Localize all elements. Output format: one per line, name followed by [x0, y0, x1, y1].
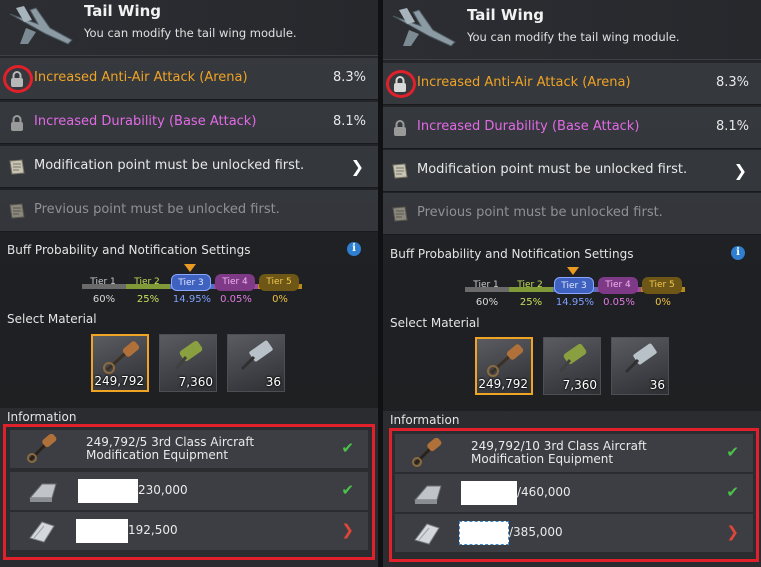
plane-tail-icon — [392, 8, 456, 47]
tier-1-pct: 60% — [475, 297, 499, 308]
option-anti-air[interactable]: Increased Anti-Air Attack (Arena) 8.3% — [383, 63, 761, 105]
option-modification-point[interactable]: Modification point must be unlocked firs… — [383, 150, 761, 192]
green-canister-icon — [174, 340, 203, 370]
option-label: Modification point must be unlocked firs… — [417, 162, 688, 177]
silver-tool-icon — [624, 343, 657, 374]
option-value: 8.3% — [715, 75, 749, 90]
module-subtitle: You can modify the tail wing module. — [467, 30, 680, 44]
tier-selector[interactable]: Tier 1 Tier 2 Tier 3 Tier 4 Tier 5 60% 2… — [465, 267, 690, 311]
option-label: Previous point must be unlocked first. — [417, 205, 663, 220]
information-heading: Information — [7, 410, 77, 424]
modification-equipment-icon — [487, 344, 524, 377]
tail-wing-panel-left: Tail Wing You can modify the tail wing m… — [0, 0, 378, 567]
tier-1[interactable]: Tier 1 — [83, 274, 123, 291]
buff-heading: Buff Probability and Notification Settin… — [390, 247, 634, 261]
highlight-frame — [389, 428, 759, 562]
option-label: Increased Durability (Base Attack) — [417, 119, 640, 134]
option-previous-point: Previous point must be unlocked first. — [383, 193, 761, 235]
material-silver-tile[interactable]: 36 — [611, 337, 669, 395]
option-modification-point[interactable]: Modification point must be unlocked firs… — [0, 146, 378, 188]
lock-icon — [11, 115, 23, 131]
tier-1-pct: 60% — [92, 294, 116, 305]
material-count: 7,360 — [178, 375, 213, 389]
green-canister-icon — [558, 343, 587, 373]
plane-tail-icon — [9, 6, 73, 45]
module-header: Tail Wing You can modify the tail wing m… — [383, 0, 761, 60]
option-durability[interactable]: Increased Durability (Base Attack) 8.1% — [383, 107, 761, 149]
scroll-icon — [9, 159, 25, 175]
tier-2-pct: 25% — [136, 294, 160, 305]
tier-1[interactable]: Tier 1 — [466, 277, 506, 294]
modification-equipment-icon — [103, 341, 140, 374]
material-silver-tile[interactable]: 36 — [227, 334, 285, 392]
module-subtitle: You can modify the tail wing module. — [84, 26, 297, 40]
option-previous-point: Previous point must be unlocked first. — [0, 190, 378, 232]
tier-5[interactable]: Tier 5 — [642, 277, 682, 294]
material-count: 36 — [265, 375, 281, 389]
option-label: Modification point must be unlocked firs… — [34, 158, 305, 173]
highlight-circle — [3, 65, 33, 93]
silver-tool-icon — [240, 340, 273, 371]
information-heading: Information — [390, 413, 460, 427]
tier-2-pct: 25% — [519, 297, 543, 308]
option-label: Increased Durability (Base Attack) — [34, 114, 257, 129]
tier-3[interactable]: Tier 3 — [554, 277, 594, 294]
highlight-frame — [3, 424, 375, 560]
tier-4-pct: 0.05% — [603, 297, 635, 308]
tier-3-pct: 14.95% — [555, 297, 595, 308]
material-count: 249,792 — [94, 374, 144, 388]
scroll-icon — [9, 203, 25, 219]
material-count: 7,360 — [562, 378, 597, 392]
tier-3[interactable]: Tier 3 — [171, 274, 211, 291]
tier-4-pct: 0.05% — [220, 294, 252, 305]
option-value: 8.1% — [715, 119, 749, 134]
material-equipment-tile[interactable]: 249,792 — [91, 334, 149, 392]
material-green-tile[interactable]: 7,360 — [543, 337, 601, 395]
chevron-right-icon[interactable]: ❯ — [351, 157, 364, 176]
option-label: Previous point must be unlocked first. — [34, 202, 280, 217]
scroll-icon — [392, 206, 408, 222]
option-anti-air[interactable]: Increased Anti-Air Attack (Arena) 8.3% — [0, 58, 378, 100]
material-count: 249,792 — [478, 377, 528, 391]
buff-heading: Buff Probability and Notification Settin… — [7, 243, 251, 257]
select-material-heading: Select Material — [7, 312, 97, 326]
module-title: Tail Wing — [84, 2, 162, 20]
material-equipment-tile[interactable]: 249,792 — [475, 337, 533, 395]
lock-icon — [394, 120, 406, 136]
scroll-icon — [392, 163, 408, 179]
option-label: Increased Anti-Air Attack (Arena) — [34, 70, 248, 85]
tier-4[interactable]: Tier 4 — [598, 277, 638, 294]
info-icon[interactable]: i — [731, 246, 745, 260]
tier-selector[interactable]: Tier 1 Tier 2 Tier 3 Tier 4 Tier 5 60% 2… — [82, 264, 307, 308]
highlight-circle — [386, 70, 416, 98]
tier-5-pct: 0% — [272, 294, 288, 305]
info-icon[interactable]: i — [347, 242, 361, 256]
tier-2[interactable]: Tier 2 — [127, 274, 167, 291]
tier-3-pct: 14.95% — [172, 294, 212, 305]
module-header: Tail Wing You can modify the tail wing m… — [0, 0, 378, 56]
tier-pointer-icon — [567, 267, 579, 275]
select-material-heading: Select Material — [390, 316, 480, 330]
tail-wing-panel-right: Tail Wing You can modify the tail wing m… — [383, 0, 761, 567]
tier-5[interactable]: Tier 5 — [259, 274, 299, 291]
material-count: 36 — [649, 378, 665, 392]
module-title: Tail Wing — [467, 6, 545, 24]
option-durability[interactable]: Increased Durability (Base Attack) 8.1% — [0, 102, 378, 144]
option-label: Increased Anti-Air Attack (Arena) — [417, 75, 631, 90]
chevron-right-icon[interactable]: ❯ — [734, 161, 747, 180]
tier-pointer-icon — [184, 264, 196, 272]
option-value: 8.3% — [332, 70, 366, 85]
material-green-tile[interactable]: 7,360 — [159, 334, 217, 392]
tier-5-pct: 0% — [655, 297, 671, 308]
tier-2[interactable]: Tier 2 — [510, 277, 550, 294]
option-value: 8.1% — [332, 114, 366, 129]
tier-4[interactable]: Tier 4 — [215, 274, 255, 291]
